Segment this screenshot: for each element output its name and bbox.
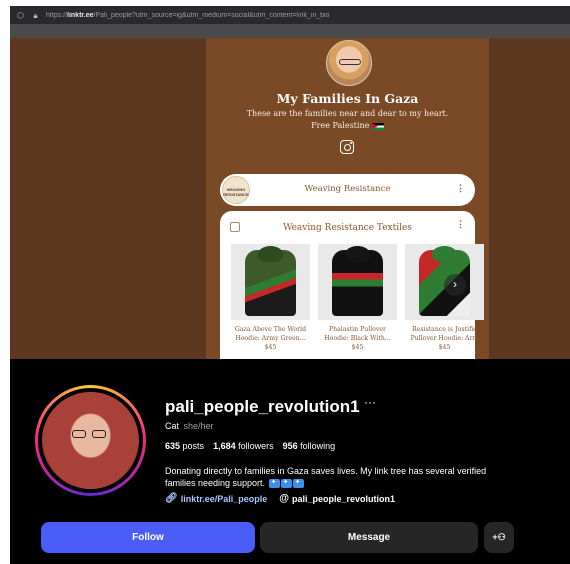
profile-username: pali_people_revolution1: [165, 397, 360, 416]
posts-stat: 635 posts: [165, 441, 205, 451]
follow-button[interactable]: Follow: [41, 522, 255, 553]
product-item[interactable]: Gaza Above The World Hoodie: Army Green.…: [231, 244, 310, 352]
pronouns: she/her: [183, 421, 214, 431]
add-user-icon[interactable]: +⚇: [484, 522, 514, 553]
product-image: [318, 244, 397, 320]
profile-category: Cat she/her: [165, 421, 214, 431]
shield-icon: ⬡: [17, 10, 24, 20]
browser-toolbar: [10, 24, 570, 38]
sparkle-emoji-icon: [280, 477, 292, 489]
message-button[interactable]: Message: [260, 522, 478, 553]
palestine-flag-icon: [371, 122, 384, 130]
bio-link[interactable]: 🔗︎ linktr.ee/Pali_people: [165, 493, 267, 504]
linktree-panel: My Families In Gaza These are the famili…: [206, 38, 489, 359]
link-label: Weaving Resistance: [304, 184, 391, 194]
threads-link[interactable]: @ pali_people_revolution1: [279, 493, 395, 504]
product-item[interactable]: Phalastin Pullover Hoodie: Black With...…: [318, 244, 397, 352]
browser-url-bar[interactable]: ⬡ 🔒︎ https://linktr.ee/Pali_people?utm_s…: [10, 6, 570, 24]
lock-icon: 🔒︎: [33, 10, 38, 20]
profile-links: 🔗︎ linktr.ee/Pali_people @ pali_people_rev…: [165, 493, 395, 504]
followers-stat[interactable]: 1,684 followers: [213, 441, 274, 451]
profile-stats: 635 posts 1,684 followers 956 following: [165, 441, 335, 451]
link-weaving-resistance[interactable]: WEAVING RESISTANCE Weaving Resistance ⋮: [220, 174, 475, 206]
following-stat[interactable]: 956 following: [283, 441, 336, 451]
profile-bio: Donating directly to families in Gaza sa…: [165, 465, 535, 489]
card-more-icon[interactable]: ⋮: [456, 219, 465, 230]
linktree-title: My Families In Gaza: [276, 91, 419, 106]
linktree-description: These are the families near and dear to …: [246, 109, 449, 130]
threads-icon: @: [279, 493, 290, 504]
instagram-profile: pali_people_revolution1 ··· Cat she/her …: [10, 359, 570, 564]
sparkle-emoji-icon: [268, 477, 280, 489]
link-more-icon[interactable]: ⋮: [456, 183, 465, 194]
shop-card-title: Weaving Resistance Textiles: [283, 223, 412, 233]
product-item[interactable]: Resistance is Justifie Pullover Hoodie: …: [405, 244, 484, 352]
product-image: [231, 244, 310, 320]
url-text[interactable]: https://linktr.ee/Pali_people?utm_source…: [46, 12, 330, 19]
more-options-icon[interactable]: ···: [364, 395, 376, 409]
linktree-avatar: [326, 40, 372, 86]
carousel-next-button[interactable]: ›: [444, 274, 466, 296]
sparkle-emoji-icon: [292, 477, 304, 489]
instagram-icon[interactable]: [340, 140, 354, 154]
shop-card: Weaving Resistance Textiles ⋮ Gaza Above…: [220, 211, 484, 359]
link-icon: 🔗︎: [165, 493, 178, 504]
story-ring[interactable]: [35, 385, 146, 496]
profile-avatar: [42, 392, 139, 489]
